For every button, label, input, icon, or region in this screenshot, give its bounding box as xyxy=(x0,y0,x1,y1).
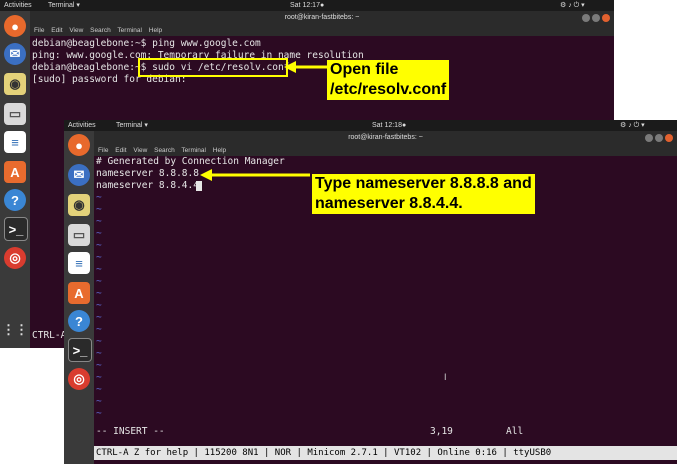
command-highlight-box xyxy=(138,58,288,77)
tilde-line: ~ xyxy=(96,240,102,251)
tilde-line: ~ xyxy=(96,396,102,407)
chrome-icon[interactable]: ◎ xyxy=(68,368,90,390)
close-icon[interactable] xyxy=(665,134,673,142)
tilde-line: ~ xyxy=(96,252,102,263)
menu-view[interactable]: View xyxy=(133,147,147,154)
tilde-line: ~ xyxy=(96,384,102,395)
thunderbird-icon[interactable]: ✉ xyxy=(68,164,90,186)
dock: ● ✉ ◉ ▭ ≡ A ? >_ ◎ xyxy=(64,131,94,464)
window-title: root@kiran-fastbitebs: ~ xyxy=(348,134,423,141)
menu-edit[interactable]: Edit xyxy=(115,147,126,154)
mouse-ibeam-icon: I xyxy=(444,372,447,382)
editor-line: # Generated by Connection Manager xyxy=(96,156,285,167)
terminal-menubar: File Edit View Search Terminal Help xyxy=(94,145,677,156)
system-tray[interactable]: ⚙ ♪ ⏻ ▾ xyxy=(560,0,585,11)
callout-line: Type nameserver 8.8.8.8 and xyxy=(315,175,532,192)
editor-line: nameserver 8.8.4.4 xyxy=(96,180,199,191)
menu-search[interactable]: Search xyxy=(154,147,175,154)
app-menu[interactable]: Terminal ▾ xyxy=(48,0,80,11)
menu-help[interactable]: Help xyxy=(149,27,162,34)
software-center-icon[interactable]: A xyxy=(68,282,90,304)
activities-button[interactable]: Activities xyxy=(68,120,96,131)
tilde-line: ~ xyxy=(96,288,102,299)
tilde-line: ~ xyxy=(96,300,102,311)
tilde-line: ~ xyxy=(96,312,102,323)
software-center-icon[interactable]: A xyxy=(4,161,26,183)
tilde-line: ~ xyxy=(96,372,102,383)
terminal-icon[interactable]: >_ xyxy=(4,217,28,241)
menu-terminal[interactable]: Terminal xyxy=(181,147,206,154)
text-cursor xyxy=(196,181,202,191)
callout-arrow-2 xyxy=(200,169,310,181)
status-fragment: CTRL-A xyxy=(32,330,67,341)
tilde-line: ~ xyxy=(96,228,102,239)
terminal-menubar: File Edit View Search Terminal Help xyxy=(30,25,614,36)
callout-line: Open file xyxy=(330,61,399,78)
tilde-line: ~ xyxy=(96,408,102,419)
tilde-line: ~ xyxy=(96,192,102,203)
top-panel: Activities Terminal ▾ Sat 12:18● ⚙ ♪ ⏻ ▾ xyxy=(64,120,677,131)
window-titlebar: root@kiran-fastbitebs: ~ xyxy=(30,11,614,25)
scroll-position: All xyxy=(506,426,524,437)
menu-edit[interactable]: Edit xyxy=(51,27,62,34)
callout-line: /etc/resolv.conf xyxy=(330,81,447,98)
activities-button[interactable]: Activities xyxy=(4,0,32,11)
minicom-status-text: CTRL-A Z for help | 115200 8N1 | NOR | M… xyxy=(96,448,552,458)
document-icon[interactable]: ≡ xyxy=(4,131,26,153)
rhythmbox-icon[interactable]: ◉ xyxy=(4,73,26,95)
window-title: root@kiran-fastbitebs: ~ xyxy=(284,14,360,21)
apps-grid-icon[interactable]: ⋮⋮ xyxy=(2,319,28,341)
minimize-icon[interactable] xyxy=(582,14,590,22)
tilde-line: ~ xyxy=(96,204,102,215)
help-icon[interactable]: ? xyxy=(68,310,90,332)
tilde-line: ~ xyxy=(96,336,102,347)
callout-line: nameserver 8.8.4.4. xyxy=(315,195,463,212)
thunderbird-icon[interactable]: ✉ xyxy=(4,43,26,65)
callout-type-nameservers: Type nameserver 8.8.8.8 and nameserver 8… xyxy=(312,174,535,214)
top-panel: Activities Terminal ▾ Sat 12:17● ⚙ ♪ ⏻ ▾ xyxy=(0,0,614,11)
maximize-icon[interactable] xyxy=(655,134,663,142)
menu-file[interactable]: File xyxy=(98,147,108,154)
dock: ● ✉ ◉ ▭ ≡ A ? >_ ◎ ⋮⋮ xyxy=(0,11,30,348)
tilde-line: ~ xyxy=(96,216,102,227)
editor-line: nameserver 8.8.8.8 xyxy=(96,168,199,179)
maximize-icon[interactable] xyxy=(592,14,600,22)
terminal-line: debian@beaglebone:~$ ping www.google.com xyxy=(32,38,261,49)
tilde-line: ~ xyxy=(96,264,102,275)
help-icon[interactable]: ? xyxy=(4,189,26,211)
files-icon[interactable]: ▭ xyxy=(4,103,26,125)
tilde-line: ~ xyxy=(96,348,102,359)
minimize-icon[interactable] xyxy=(645,134,653,142)
chrome-icon[interactable]: ◎ xyxy=(4,247,26,269)
terminal-screenshot-2: Activities Terminal ▾ Sat 12:18● ⚙ ♪ ⏻ ▾… xyxy=(64,120,677,464)
minicom-status-bar: CTRL-A Z for help | 115200 8N1 | NOR | M… xyxy=(94,446,677,460)
firefox-icon[interactable]: ● xyxy=(4,15,26,37)
tilde-line: ~ xyxy=(96,276,102,287)
menu-search[interactable]: Search xyxy=(90,27,111,34)
files-icon[interactable]: ▭ xyxy=(68,224,90,246)
vi-mode-indicator: -- INSERT -- xyxy=(96,426,165,437)
firefox-icon[interactable]: ● xyxy=(68,134,90,156)
menu-file[interactable]: File xyxy=(34,27,44,34)
clock[interactable]: Sat 12:18● xyxy=(372,120,406,131)
close-icon[interactable] xyxy=(602,14,610,22)
app-menu[interactable]: Terminal ▾ xyxy=(116,120,148,131)
menu-view[interactable]: View xyxy=(69,27,83,34)
tilde-line: ~ xyxy=(96,360,102,371)
rhythmbox-icon[interactable]: ◉ xyxy=(68,194,90,216)
callout-open-file: Open file /etc/resolv.conf xyxy=(327,60,450,100)
document-icon[interactable]: ≡ xyxy=(68,252,90,274)
menu-help[interactable]: Help xyxy=(213,147,226,154)
terminal-icon[interactable]: >_ xyxy=(68,338,92,362)
menu-terminal[interactable]: Terminal xyxy=(117,27,142,34)
cursor-position: 3,19 xyxy=(430,426,453,437)
clock[interactable]: Sat 12:17● xyxy=(290,0,324,11)
tilde-line: ~ xyxy=(96,324,102,335)
window-titlebar: root@kiran-fastbitebs: ~ xyxy=(94,131,677,145)
system-tray[interactable]: ⚙ ♪ ⏻ ▾ xyxy=(620,120,645,131)
